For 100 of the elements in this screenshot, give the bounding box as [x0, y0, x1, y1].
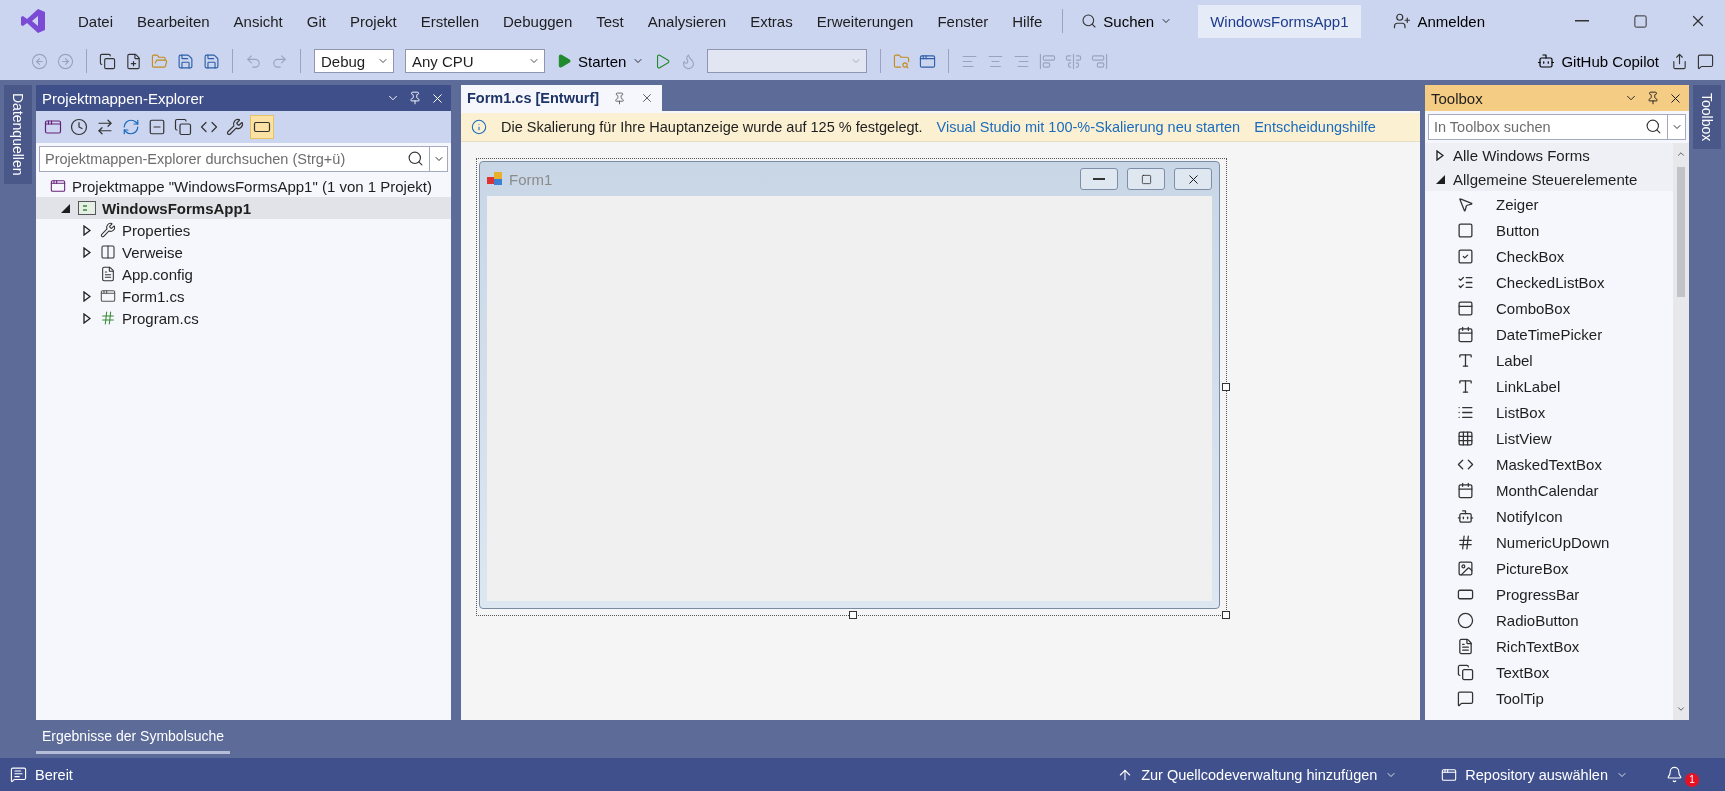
- menu-item[interactable]: Test: [586, 8, 634, 34]
- panel-title: Projektmappen-Explorer: [42, 89, 205, 107]
- tree-item[interactable]: Projektmappe "WindowsFormsApp1" (1 von 1 Projekt): [36, 175, 451, 197]
- toolbox-item[interactable]: CheckedListBox: [1425, 269, 1673, 295]
- pin-icon[interactable]: [1646, 91, 1660, 105]
- menu-item[interactable]: Hilfe: [1002, 8, 1053, 34]
- expanded-arrow-icon[interactable]: [60, 203, 70, 213]
- toolbox-item[interactable]: LinkLabel: [1425, 373, 1673, 399]
- history-button[interactable]: [68, 116, 90, 138]
- repository-button[interactable]: Repository auswählen: [1435, 765, 1634, 784]
- calendar-icon: [1457, 481, 1474, 499]
- tree-item[interactable]: Properties: [36, 219, 451, 241]
- toolbox-group[interactable]: Allgemeine Steuerelemente: [1425, 167, 1673, 191]
- comment-icon[interactable]: [10, 766, 27, 783]
- scrollbar[interactable]: [1673, 143, 1689, 720]
- resize-handle[interactable]: [849, 611, 857, 619]
- side-tab[interactable]: Toolbox: [1693, 85, 1721, 150]
- menu-item[interactable]: Extras: [740, 8, 803, 34]
- toolbox-item[interactable]: Button: [1425, 217, 1673, 243]
- undo-icon: [245, 52, 262, 70]
- toolbox-item[interactable]: ToolTip: [1425, 685, 1673, 711]
- menu-item[interactable]: Ansicht: [223, 8, 293, 34]
- side-tab[interactable]: Datenquellen: [4, 85, 32, 184]
- start-button[interactable]: Starten: [552, 50, 649, 72]
- form-title: Form1: [509, 170, 554, 188]
- configuration-dropdown[interactable]: Debug: [314, 49, 394, 73]
- solution-name: WindowsFormsApp1: [1198, 4, 1361, 38]
- toolbox-item[interactable]: Zeiger: [1425, 191, 1673, 217]
- copilot-button[interactable]: GitHub Copilot: [1531, 50, 1665, 72]
- preview-button[interactable]: [250, 115, 274, 139]
- tree-item[interactable]: Verweise: [36, 241, 451, 263]
- save-icon: [203, 52, 220, 70]
- menu-item[interactable]: Git: [296, 8, 336, 34]
- search-icon[interactable]: [407, 150, 424, 167]
- toolbox-item[interactable]: RadioButton: [1425, 607, 1673, 633]
- toolbox-item[interactable]: CheckBox: [1425, 243, 1673, 269]
- sign-in-button[interactable]: Anmelden: [1387, 11, 1491, 31]
- info-link[interactable]: Entscheidungshilfe: [1254, 119, 1376, 135]
- source-control-button[interactable]: Zur Quellcodeverwaltung hinzufügen: [1111, 765, 1404, 784]
- pin-icon[interactable]: [613, 91, 627, 105]
- app-logo-icon[interactable]: [20, 8, 46, 34]
- toolbox-item[interactable]: DateTimePicker: [1425, 321, 1673, 347]
- toolbox-item[interactable]: ListBox: [1425, 399, 1673, 425]
- toolbox-item[interactable]: NumericUpDown: [1425, 529, 1673, 555]
- search-button[interactable]: Suchen: [1073, 8, 1181, 34]
- tree-item[interactable]: Program.cs: [36, 307, 451, 329]
- menu-item[interactable]: Erweiterungen: [806, 8, 924, 34]
- toolbox-item[interactable]: PictureBox: [1425, 555, 1673, 581]
- toolbox-item[interactable]: NotifyIcon: [1425, 503, 1673, 529]
- image-icon: [1457, 559, 1474, 577]
- minimize-icon: [1093, 178, 1105, 180]
- info-link[interactable]: Visual Studio mit 100-%-Skalierung neu starten: [936, 119, 1241, 135]
- menu-item[interactable]: Erstellen: [410, 8, 489, 34]
- search-field[interactable]: Projektmappen-Explorer durchsuchen (Strg+ü): [39, 146, 430, 172]
- collapsed-arrow-icon[interactable]: [83, 290, 91, 302]
- document-tab[interactable]: Form1.cs [Entwurf]: [461, 85, 663, 111]
- toolbox-item[interactable]: ProgressBar: [1425, 581, 1673, 607]
- menu-item[interactable]: Datei: [68, 8, 124, 34]
- tree-item[interactable]: WindowsFormsApp1: [36, 197, 451, 219]
- scroll-up-icon: [1676, 149, 1686, 159]
- menu-item[interactable]: Projekt: [339, 8, 407, 34]
- search-field[interactable]: In Toolbox suchen: [1428, 114, 1668, 140]
- bottom-tab[interactable]: Ergebnisse der Symbolsuche: [36, 720, 231, 754]
- window-icon: [44, 118, 62, 136]
- scroll-thumb[interactable]: [1677, 167, 1685, 297]
- collapsed-arrow-icon[interactable]: [83, 246, 91, 258]
- search-icon[interactable]: [1645, 118, 1662, 135]
- menu-item[interactable]: Analysieren: [637, 8, 737, 34]
- user-icon: [1393, 12, 1412, 30]
- maximize-icon: [1140, 173, 1152, 185]
- share-icon: [1671, 52, 1688, 70]
- menu-item[interactable]: Fenster: [927, 8, 999, 34]
- speech-bubble-icon: [1697, 52, 1714, 70]
- letter-icon: [1457, 351, 1474, 369]
- pointer-icon: [1457, 195, 1474, 213]
- properties-button[interactable]: [224, 116, 246, 138]
- menu-item[interactable]: Debuggen: [493, 8, 583, 34]
- toolbox-item[interactable]: MonthCalendar: [1425, 477, 1673, 503]
- pin-icon[interactable]: [408, 91, 422, 105]
- toolbox-item[interactable]: ComboBox: [1425, 295, 1673, 321]
- toolbox-group[interactable]: Alle Windows Forms: [1425, 143, 1673, 167]
- toolbox-item[interactable]: Label: [1425, 347, 1673, 373]
- resize-handle[interactable]: [1222, 383, 1230, 391]
- platform-dropdown[interactable]: Any CPU: [405, 49, 545, 73]
- copy-button[interactable]: [172, 116, 194, 138]
- expanded-arrow-icon[interactable]: [1435, 174, 1445, 184]
- toolbox-item[interactable]: ListView: [1425, 425, 1673, 451]
- resize-handle[interactable]: [1222, 611, 1230, 619]
- tree-item[interactable]: Form1.cs: [36, 285, 451, 307]
- info-message: Die Skalierung für Ihre Hauptanzeige wurde auf 125 % festgelegt.: [501, 119, 923, 135]
- toolbox-item[interactable]: TextBox: [1425, 659, 1673, 685]
- menu-item[interactable]: Bearbeiten: [127, 8, 220, 34]
- tree-item[interactable]: App.config: [36, 263, 451, 285]
- collapsed-arrow-icon[interactable]: [1436, 149, 1444, 161]
- notifications-button[interactable]: [1666, 766, 1683, 783]
- toolbox-item[interactable]: RichTextBox: [1425, 633, 1673, 659]
- collapsed-arrow-icon[interactable]: [83, 312, 91, 324]
- collapsed-arrow-icon[interactable]: [83, 224, 91, 236]
- toolbox-item[interactable]: MaskedTextBox: [1425, 451, 1673, 477]
- new-file-icon: [125, 52, 142, 70]
